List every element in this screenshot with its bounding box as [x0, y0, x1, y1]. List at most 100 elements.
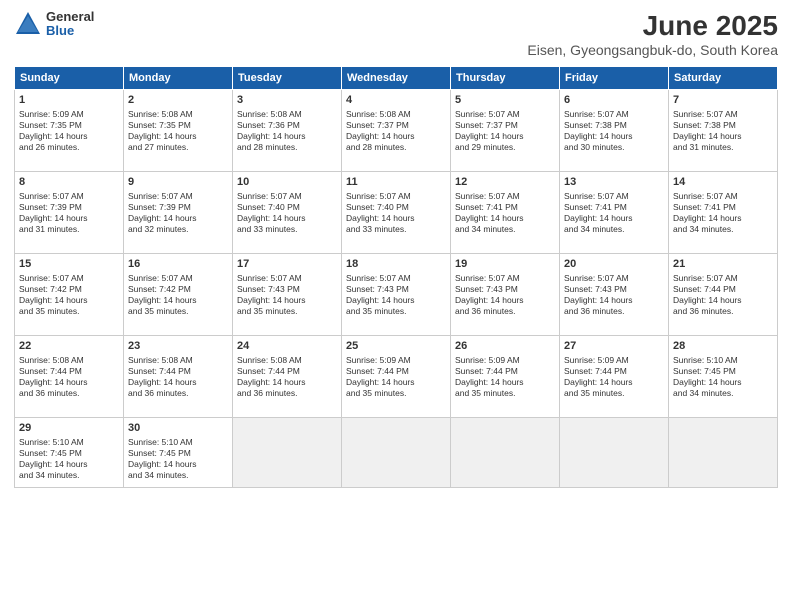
day-number: 27 — [564, 339, 664, 354]
header-row: Sunday Monday Tuesday Wednesday Thursday… — [15, 67, 778, 90]
day-number: 26 — [455, 339, 555, 354]
day-detail: Sunrise: 5:08 AM Sunset: 7:36 PM Dayligh… — [237, 109, 337, 153]
col-thursday: Thursday — [451, 67, 560, 90]
table-row: 5Sunrise: 5:07 AM Sunset: 7:37 PM Daylig… — [451, 90, 560, 172]
table-row: 18Sunrise: 5:07 AM Sunset: 7:43 PM Dayli… — [342, 254, 451, 336]
table-row: 11Sunrise: 5:07 AM Sunset: 7:40 PM Dayli… — [342, 172, 451, 254]
table-row: 7Sunrise: 5:07 AM Sunset: 7:38 PM Daylig… — [669, 90, 778, 172]
day-detail: Sunrise: 5:08 AM Sunset: 7:44 PM Dayligh… — [128, 355, 228, 399]
day-number: 7 — [673, 93, 773, 108]
day-number: 18 — [346, 257, 446, 272]
day-number: 24 — [237, 339, 337, 354]
title-area: June 2025 Eisen, Gyeongsangbuk-do, South… — [527, 10, 778, 58]
day-number: 20 — [564, 257, 664, 272]
day-number: 28 — [673, 339, 773, 354]
table-row — [233, 418, 342, 488]
day-detail: Sunrise: 5:08 AM Sunset: 7:44 PM Dayligh… — [19, 355, 119, 399]
table-row: 20Sunrise: 5:07 AM Sunset: 7:43 PM Dayli… — [560, 254, 669, 336]
day-number: 6 — [564, 93, 664, 108]
logo-icon — [14, 10, 42, 38]
col-saturday: Saturday — [669, 67, 778, 90]
subtitle: Eisen, Gyeongsangbuk-do, South Korea — [527, 42, 778, 58]
table-row — [560, 418, 669, 488]
table-row: 4Sunrise: 5:08 AM Sunset: 7:37 PM Daylig… — [342, 90, 451, 172]
table-row: 28Sunrise: 5:10 AM Sunset: 7:45 PM Dayli… — [669, 336, 778, 418]
day-number: 9 — [128, 175, 228, 190]
day-number: 3 — [237, 93, 337, 108]
table-row: 14Sunrise: 5:07 AM Sunset: 7:41 PM Dayli… — [669, 172, 778, 254]
day-number: 29 — [19, 421, 119, 436]
table-row — [669, 418, 778, 488]
table-row: 16Sunrise: 5:07 AM Sunset: 7:42 PM Dayli… — [124, 254, 233, 336]
table-row: 10Sunrise: 5:07 AM Sunset: 7:40 PM Dayli… — [233, 172, 342, 254]
day-detail: Sunrise: 5:07 AM Sunset: 7:39 PM Dayligh… — [19, 191, 119, 235]
day-number: 15 — [19, 257, 119, 272]
main-title: June 2025 — [527, 10, 778, 42]
day-detail: Sunrise: 5:07 AM Sunset: 7:43 PM Dayligh… — [564, 273, 664, 317]
day-number: 19 — [455, 257, 555, 272]
day-number: 22 — [19, 339, 119, 354]
day-detail: Sunrise: 5:08 AM Sunset: 7:44 PM Dayligh… — [237, 355, 337, 399]
day-number: 21 — [673, 257, 773, 272]
logo-general-text: General — [46, 10, 94, 24]
calendar: Sunday Monday Tuesday Wednesday Thursday… — [14, 66, 778, 488]
day-detail: Sunrise: 5:07 AM Sunset: 7:43 PM Dayligh… — [455, 273, 555, 317]
day-detail: Sunrise: 5:10 AM Sunset: 7:45 PM Dayligh… — [673, 355, 773, 399]
logo-text: General Blue — [46, 10, 94, 39]
table-row: 13Sunrise: 5:07 AM Sunset: 7:41 PM Dayli… — [560, 172, 669, 254]
day-number: 17 — [237, 257, 337, 272]
day-number: 11 — [346, 175, 446, 190]
day-number: 4 — [346, 93, 446, 108]
day-detail: Sunrise: 5:07 AM Sunset: 7:38 PM Dayligh… — [673, 109, 773, 153]
day-detail: Sunrise: 5:07 AM Sunset: 7:42 PM Dayligh… — [128, 273, 228, 317]
table-row: 23Sunrise: 5:08 AM Sunset: 7:44 PM Dayli… — [124, 336, 233, 418]
day-number: 14 — [673, 175, 773, 190]
day-detail: Sunrise: 5:07 AM Sunset: 7:41 PM Dayligh… — [455, 191, 555, 235]
col-monday: Monday — [124, 67, 233, 90]
day-number: 12 — [455, 175, 555, 190]
header: General Blue June 2025 Eisen, Gyeongsang… — [14, 10, 778, 58]
table-row: 24Sunrise: 5:08 AM Sunset: 7:44 PM Dayli… — [233, 336, 342, 418]
day-detail: Sunrise: 5:08 AM Sunset: 7:35 PM Dayligh… — [128, 109, 228, 153]
col-friday: Friday — [560, 67, 669, 90]
day-detail: Sunrise: 5:07 AM Sunset: 7:40 PM Dayligh… — [237, 191, 337, 235]
table-row: 21Sunrise: 5:07 AM Sunset: 7:44 PM Dayli… — [669, 254, 778, 336]
page: General Blue June 2025 Eisen, Gyeongsang… — [0, 0, 792, 612]
day-detail: Sunrise: 5:09 AM Sunset: 7:44 PM Dayligh… — [346, 355, 446, 399]
col-wednesday: Wednesday — [342, 67, 451, 90]
day-detail: Sunrise: 5:10 AM Sunset: 7:45 PM Dayligh… — [128, 437, 228, 481]
table-row — [451, 418, 560, 488]
day-detail: Sunrise: 5:09 AM Sunset: 7:35 PM Dayligh… — [19, 109, 119, 153]
day-number: 2 — [128, 93, 228, 108]
day-number: 1 — [19, 93, 119, 108]
day-detail: Sunrise: 5:07 AM Sunset: 7:43 PM Dayligh… — [237, 273, 337, 317]
table-row: 27Sunrise: 5:09 AM Sunset: 7:44 PM Dayli… — [560, 336, 669, 418]
table-row: 19Sunrise: 5:07 AM Sunset: 7:43 PM Dayli… — [451, 254, 560, 336]
table-row: 30Sunrise: 5:10 AM Sunset: 7:45 PM Dayli… — [124, 418, 233, 488]
day-detail: Sunrise: 5:08 AM Sunset: 7:37 PM Dayligh… — [346, 109, 446, 153]
day-number: 13 — [564, 175, 664, 190]
table-row: 9Sunrise: 5:07 AM Sunset: 7:39 PM Daylig… — [124, 172, 233, 254]
day-number: 10 — [237, 175, 337, 190]
day-number: 16 — [128, 257, 228, 272]
day-number: 5 — [455, 93, 555, 108]
table-row: 12Sunrise: 5:07 AM Sunset: 7:41 PM Dayli… — [451, 172, 560, 254]
day-detail: Sunrise: 5:07 AM Sunset: 7:42 PM Dayligh… — [19, 273, 119, 317]
day-detail: Sunrise: 5:07 AM Sunset: 7:44 PM Dayligh… — [673, 273, 773, 317]
col-tuesday: Tuesday — [233, 67, 342, 90]
day-detail: Sunrise: 5:07 AM Sunset: 7:38 PM Dayligh… — [564, 109, 664, 153]
table-row: 25Sunrise: 5:09 AM Sunset: 7:44 PM Dayli… — [342, 336, 451, 418]
day-number: 23 — [128, 339, 228, 354]
day-detail: Sunrise: 5:07 AM Sunset: 7:43 PM Dayligh… — [346, 273, 446, 317]
table-row: 22Sunrise: 5:08 AM Sunset: 7:44 PM Dayli… — [15, 336, 124, 418]
day-detail: Sunrise: 5:07 AM Sunset: 7:41 PM Dayligh… — [673, 191, 773, 235]
day-detail: Sunrise: 5:09 AM Sunset: 7:44 PM Dayligh… — [564, 355, 664, 399]
day-number: 30 — [128, 421, 228, 436]
day-number: 8 — [19, 175, 119, 190]
table-row: 1Sunrise: 5:09 AM Sunset: 7:35 PM Daylig… — [15, 90, 124, 172]
table-row: 6Sunrise: 5:07 AM Sunset: 7:38 PM Daylig… — [560, 90, 669, 172]
day-detail: Sunrise: 5:09 AM Sunset: 7:44 PM Dayligh… — [455, 355, 555, 399]
table-row: 3Sunrise: 5:08 AM Sunset: 7:36 PM Daylig… — [233, 90, 342, 172]
table-row: 15Sunrise: 5:07 AM Sunset: 7:42 PM Dayli… — [15, 254, 124, 336]
logo: General Blue — [14, 10, 94, 39]
